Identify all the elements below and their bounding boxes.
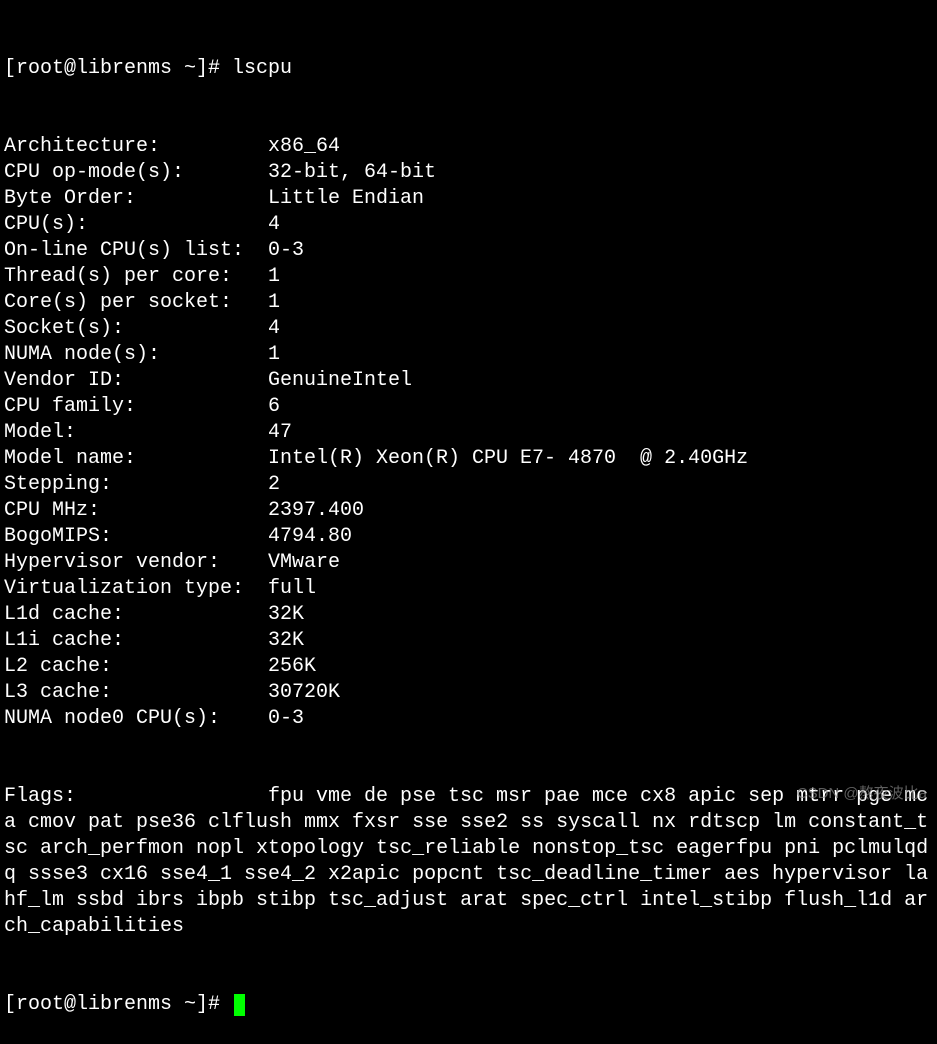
shell-prompt: [root@librenms ~]# <box>4 56 232 82</box>
row-label: CPU MHz: <box>4 498 268 524</box>
row-value: 1 <box>268 342 933 368</box>
row-label: On-line CPU(s) list: <box>4 238 268 264</box>
row-label: NUMA node(s): <box>4 342 268 368</box>
output-row: CPU family:6 <box>4 394 933 420</box>
output-row: Thread(s) per core:1 <box>4 264 933 290</box>
row-label: Core(s) per socket: <box>4 290 268 316</box>
row-value: 4 <box>268 212 933 238</box>
row-label: L2 cache: <box>4 654 268 680</box>
row-value: 30720K <box>268 680 933 706</box>
output-row: L2 cache:256K <box>4 654 933 680</box>
row-value: 0-3 <box>268 238 933 264</box>
output-row: Byte Order:Little Endian <box>4 186 933 212</box>
output-row: NUMA node0 CPU(s):0-3 <box>4 706 933 732</box>
output-row: Model name:Intel(R) Xeon(R) CPU E7- 4870… <box>4 446 933 472</box>
row-value: x86_64 <box>268 134 933 160</box>
output-row: Vendor ID:GenuineIntel <box>4 368 933 394</box>
output-row: Stepping:2 <box>4 472 933 498</box>
row-label: Stepping: <box>4 472 268 498</box>
row-value: 1 <box>268 264 933 290</box>
output-row: L1i cache:32K <box>4 628 933 654</box>
row-value: 2 <box>268 472 933 498</box>
row-value: 6 <box>268 394 933 420</box>
row-value: 4 <box>268 316 933 342</box>
flags-label: Flags: <box>4 784 268 810</box>
output-row: Core(s) per socket:1 <box>4 290 933 316</box>
row-value: Little Endian <box>268 186 933 212</box>
row-value: Intel(R) Xeon(R) CPU E7- 4870 @ 2.40GHz <box>268 446 933 472</box>
row-label: BogoMIPS: <box>4 524 268 550</box>
output-row: L3 cache:30720K <box>4 680 933 706</box>
row-label: L1d cache: <box>4 602 268 628</box>
row-label: Byte Order: <box>4 186 268 212</box>
terminal-output[interactable]: [root@librenms ~]# lscpu Architecture:x8… <box>4 4 933 1044</box>
row-value: full <box>268 576 933 602</box>
output-row: On-line CPU(s) list:0-3 <box>4 238 933 264</box>
row-value: 0-3 <box>268 706 933 732</box>
flags-block: Flags:fpu vme de pse tsc msr pae mce cx8… <box>4 784 933 940</box>
row-value: 256K <box>268 654 933 680</box>
row-label: Model name: <box>4 446 268 472</box>
output-row: BogoMIPS:4794.80 <box>4 524 933 550</box>
row-label: Model: <box>4 420 268 446</box>
row-value: 32K <box>268 628 933 654</box>
shell-prompt: [root@librenms ~]# <box>4 992 232 1018</box>
output-row: Socket(s):4 <box>4 316 933 342</box>
output-row: Model:47 <box>4 420 933 446</box>
output-row: NUMA node(s):1 <box>4 342 933 368</box>
cursor <box>234 994 245 1016</box>
row-value: 4794.80 <box>268 524 933 550</box>
output-row: Virtualization type:full <box>4 576 933 602</box>
row-value: VMware <box>268 550 933 576</box>
row-label: Thread(s) per core: <box>4 264 268 290</box>
row-label: L1i cache: <box>4 628 268 654</box>
command-line: [root@librenms ~]# lscpu <box>4 56 933 82</box>
row-label: CPU(s): <box>4 212 268 238</box>
output-row: CPU op-mode(s):32-bit, 64-bit <box>4 160 933 186</box>
row-value: 2397.400 <box>268 498 933 524</box>
row-label: Virtualization type: <box>4 576 268 602</box>
row-label: NUMA node0 CPU(s): <box>4 706 268 732</box>
row-label: CPU op-mode(s): <box>4 160 268 186</box>
row-value: GenuineIntel <box>268 368 933 394</box>
output-row: CPU(s):4 <box>4 212 933 238</box>
row-value: 1 <box>268 290 933 316</box>
row-label: Architecture: <box>4 134 268 160</box>
row-label: Vendor ID: <box>4 368 268 394</box>
output-row: Architecture:x86_64 <box>4 134 933 160</box>
row-value: 47 <box>268 420 933 446</box>
row-label: Socket(s): <box>4 316 268 342</box>
watermark: CSDN @熬夜波比a <box>797 784 927 804</box>
output-row: Hypervisor vendor:VMware <box>4 550 933 576</box>
output-row: CPU MHz:2397.400 <box>4 498 933 524</box>
row-value: 32-bit, 64-bit <box>268 160 933 186</box>
row-label: CPU family: <box>4 394 268 420</box>
prompt-line: [root@librenms ~]# <box>4 992 933 1018</box>
output-row: L1d cache:32K <box>4 602 933 628</box>
command-text: lscpu <box>232 56 292 82</box>
row-label: L3 cache: <box>4 680 268 706</box>
row-value: 32K <box>268 602 933 628</box>
row-label: Hypervisor vendor: <box>4 550 268 576</box>
